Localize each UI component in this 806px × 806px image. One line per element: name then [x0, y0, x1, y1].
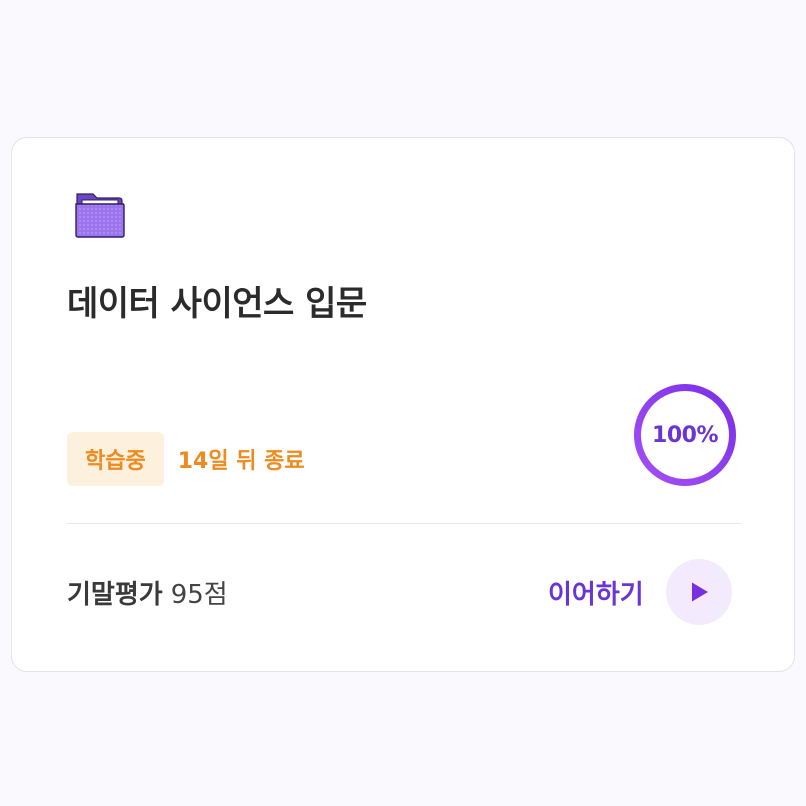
play-button[interactable] — [665, 559, 732, 625]
status-badge: 학습중 — [67, 432, 164, 486]
continue-link[interactable]: 이어하기 — [548, 574, 644, 611]
progress-label: 100% — [652, 422, 718, 448]
exam-score-row: 기말평가 95점 — [67, 572, 228, 612]
folder-icon — [74, 191, 126, 239]
exam-score: 95점 — [170, 579, 228, 610]
divider — [67, 523, 741, 524]
deadline-text: 14일 뒤 종료 — [177, 449, 305, 474]
continue-action[interactable]: 이어하기 — [548, 559, 732, 625]
exam-label: 기말평가 — [67, 579, 163, 610]
course-card[interactable]: 데이터 사이언스 입문 학습중 14일 뒤 종료 100% 기말평가 95점 이… — [11, 137, 795, 672]
progress-ring: 100% — [632, 382, 738, 488]
play-icon — [691, 582, 708, 602]
status-row: 학습중 14일 뒤 종료 — [67, 432, 305, 486]
course-title: 데이터 사이언스 입문 — [67, 284, 367, 324]
